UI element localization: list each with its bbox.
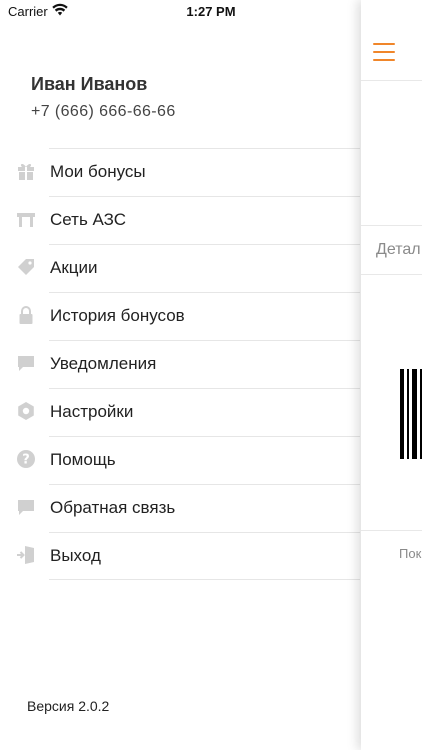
profile-phone: +7 (666) 666-66-66: [31, 103, 176, 120]
details-divider-top: [361, 225, 422, 226]
details-divider-bottom: [361, 274, 422, 275]
details-link[interactable]: Детал: [376, 241, 421, 259]
logout-icon: [17, 546, 34, 564]
menu-item-label: История бонусов: [50, 306, 185, 325]
menu-item-logout[interactable]: Выход: [0, 532, 360, 580]
show-code-hint: Пок: [399, 546, 422, 561]
menu-item-label: Выход: [50, 546, 101, 565]
lock-icon: [19, 306, 33, 324]
drawer-menu: Мои бонусы Сеть АЗС Акции История бонусо…: [0, 148, 360, 580]
gas-station-icon: [17, 213, 35, 227]
menu-item-gas-stations[interactable]: Сеть АЗС: [0, 196, 360, 244]
svg-text:?: ?: [22, 453, 30, 468]
menu-item-label: Обратная связь: [50, 498, 176, 517]
hamburger-menu-icon[interactable]: [373, 43, 395, 61]
menu-item-label: Акции: [50, 258, 98, 277]
message-icon: [18, 356, 34, 371]
menu-item-feedback[interactable]: Обратная связь: [0, 484, 360, 532]
main-panel: Детал Пок: [361, 0, 422, 750]
settings-icon: [18, 402, 34, 420]
help-icon: ?: [17, 450, 35, 468]
menu-item-bonus-history[interactable]: История бонусов: [0, 292, 360, 340]
tag-icon: [18, 259, 34, 275]
menu-item-help[interactable]: ? Помощь: [0, 436, 360, 484]
menu-item-label: Помощь: [50, 450, 116, 469]
header-divider: [361, 80, 422, 81]
menu-item-settings[interactable]: Настройки: [0, 388, 360, 436]
menu-item-label: Мои бонусы: [50, 162, 146, 181]
side-drawer: Иван Иванов +7 (666) 666-66-66 Мои бонус…: [0, 0, 360, 750]
barcode-image: [400, 369, 422, 459]
app-version: Версия 2.0.2: [27, 698, 110, 714]
menu-item-label: Сеть АЗС: [50, 210, 127, 229]
barcode-divider: [361, 530, 422, 531]
menu-item-promotions[interactable]: Акции: [0, 244, 360, 292]
gift-icon: [18, 163, 34, 180]
menu-item-notifications[interactable]: Уведомления: [0, 340, 360, 388]
menu-item-label: Уведомления: [50, 354, 157, 373]
menu-item-my-bonuses[interactable]: Мои бонусы: [0, 148, 360, 196]
feedback-icon: [18, 500, 34, 515]
menu-item-label: Настройки: [50, 402, 134, 421]
profile-name: Иван Иванов: [31, 74, 148, 94]
